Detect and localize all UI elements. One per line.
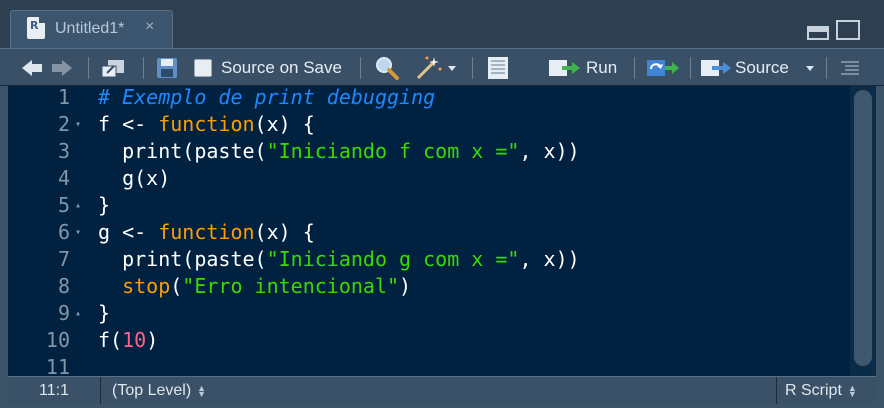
fold-toggle-icon[interactable]: ▴ (75, 192, 81, 219)
cursor-position: 11:1 (8, 377, 101, 404)
source-button[interactable]: Source (700, 49, 789, 87)
code-text: } (98, 193, 111, 217)
back-button[interactable] (22, 49, 42, 87)
scrollbar-thumb[interactable] (854, 90, 872, 366)
minimize-icon[interactable] (807, 26, 829, 40)
save-icon (157, 58, 177, 78)
line-number: 5 (57, 193, 70, 217)
code-editor[interactable]: 1 # Exemplo de print debugging 2 ▾ f <- func… (8, 86, 876, 376)
code-text: # Exemplo de print debugging (98, 86, 436, 109)
code-text: print(paste("Iniciando f com x =", x)) (98, 139, 580, 163)
editor-toolbar: Source on Save Run Source (0, 48, 884, 86)
source-on-save-checkbox[interactable] (194, 59, 212, 77)
fold-toggle-icon[interactable]: ▴ (75, 300, 81, 327)
document-outline-button[interactable] (840, 49, 860, 87)
line-number: 9 (57, 301, 70, 325)
code-line[interactable]: 2 ▾ f <- function(x) { (8, 111, 858, 138)
code-text: f(10) (98, 328, 159, 352)
fold-toggle-icon[interactable]: ▾ (75, 219, 81, 246)
status-bar: 11:1 (Top Level) ▲ ▼ R Script ▲ ▼ (8, 376, 876, 404)
tab-title: Untitled1* (55, 20, 125, 37)
forward-button[interactable] (52, 49, 72, 87)
source-icon (701, 60, 731, 76)
close-icon[interactable]: × (145, 18, 154, 36)
line-number: 1 (57, 86, 70, 109)
code-text: stop("Erro intencional") (98, 274, 412, 298)
tab-untitled1[interactable]: R Untitled1* × (10, 10, 173, 48)
save-button[interactable] (156, 49, 178, 87)
run-label: Run (586, 58, 618, 77)
source-on-save-toggle[interactable]: Source on Save (194, 49, 342, 87)
magnifier-icon (376, 57, 399, 80)
code-line[interactable]: 11 (8, 354, 858, 376)
code-text: g(x) (98, 166, 171, 190)
magic-wand-icon (416, 56, 442, 80)
code-text: print(paste("Iniciando g com x =", x)) (98, 247, 580, 271)
chevron-down-icon (806, 65, 814, 71)
updown-icon: ▲ ▼ (197, 382, 207, 399)
line-number: 10 (45, 328, 70, 352)
source-options-dropdown[interactable] (806, 49, 814, 87)
line-number: 11 (45, 355, 70, 376)
fold-toggle-icon[interactable]: ▾ (75, 111, 81, 138)
scope-selector[interactable]: (Top Level) ▲ ▼ (112, 377, 206, 404)
code-line[interactable]: 4 g(x) (8, 165, 858, 192)
arrow-right-icon (62, 60, 72, 76)
show-in-window-button[interactable] (100, 49, 126, 87)
chevron-down-icon (448, 65, 456, 71)
code-line[interactable]: 10 f(10) (8, 327, 858, 354)
code-line[interactable]: 6 ▾ g <- function(x) { (8, 219, 858, 246)
file-type-selector[interactable]: R Script ▲ ▼ (776, 377, 876, 404)
r-file-icon: R (27, 17, 45, 39)
arrow-left-icon (22, 60, 32, 76)
rerun-icon (647, 60, 679, 76)
code-tools-button[interactable] (414, 49, 456, 87)
find-replace-button[interactable] (374, 49, 400, 87)
run-button[interactable]: Run (548, 49, 617, 87)
tab-bar: R Untitled1* × (0, 0, 884, 48)
line-number: 6 (57, 220, 70, 244)
popout-icon (101, 60, 124, 78)
code-line[interactable]: 5 ▴} (8, 192, 858, 219)
code-line[interactable]: 1 # Exemplo de print debugging (8, 86, 858, 111)
code-line[interactable]: 7 print(paste("Iniciando g com x =", x)) (8, 246, 858, 273)
line-number: 4 (57, 166, 70, 190)
editor-pane: R Untitled1* × Source on Save Run Source… (0, 0, 884, 408)
notebook-icon (488, 57, 508, 79)
source-label: Source (735, 58, 789, 77)
code-text: g <- function(x) { (98, 220, 315, 244)
outline-icon (841, 61, 859, 75)
compile-report-button[interactable] (486, 49, 510, 87)
line-number: 8 (57, 274, 70, 298)
line-number: 3 (57, 139, 70, 163)
line-number: 2 (57, 112, 70, 136)
code-line[interactable]: 8 stop("Erro intencional") (8, 273, 858, 300)
vertical-scrollbar[interactable] (850, 86, 876, 376)
code-text: } (98, 301, 111, 325)
line-number: 7 (57, 247, 70, 271)
updown-icon: ▲ ▼ (847, 382, 857, 399)
file-type-label: R Script (785, 382, 842, 399)
source-on-save-label: Source on Save (221, 58, 342, 77)
code-text: f <- function(x) { (98, 112, 315, 136)
code-line[interactable]: 9 ▴} (8, 300, 858, 327)
run-icon (549, 60, 580, 76)
rerun-button[interactable] (646, 49, 680, 87)
scope-label: (Top Level) (112, 382, 192, 399)
code-line[interactable]: 3 print(paste("Iniciando f com x =", x)) (8, 138, 858, 165)
maximize-icon[interactable] (836, 20, 860, 40)
